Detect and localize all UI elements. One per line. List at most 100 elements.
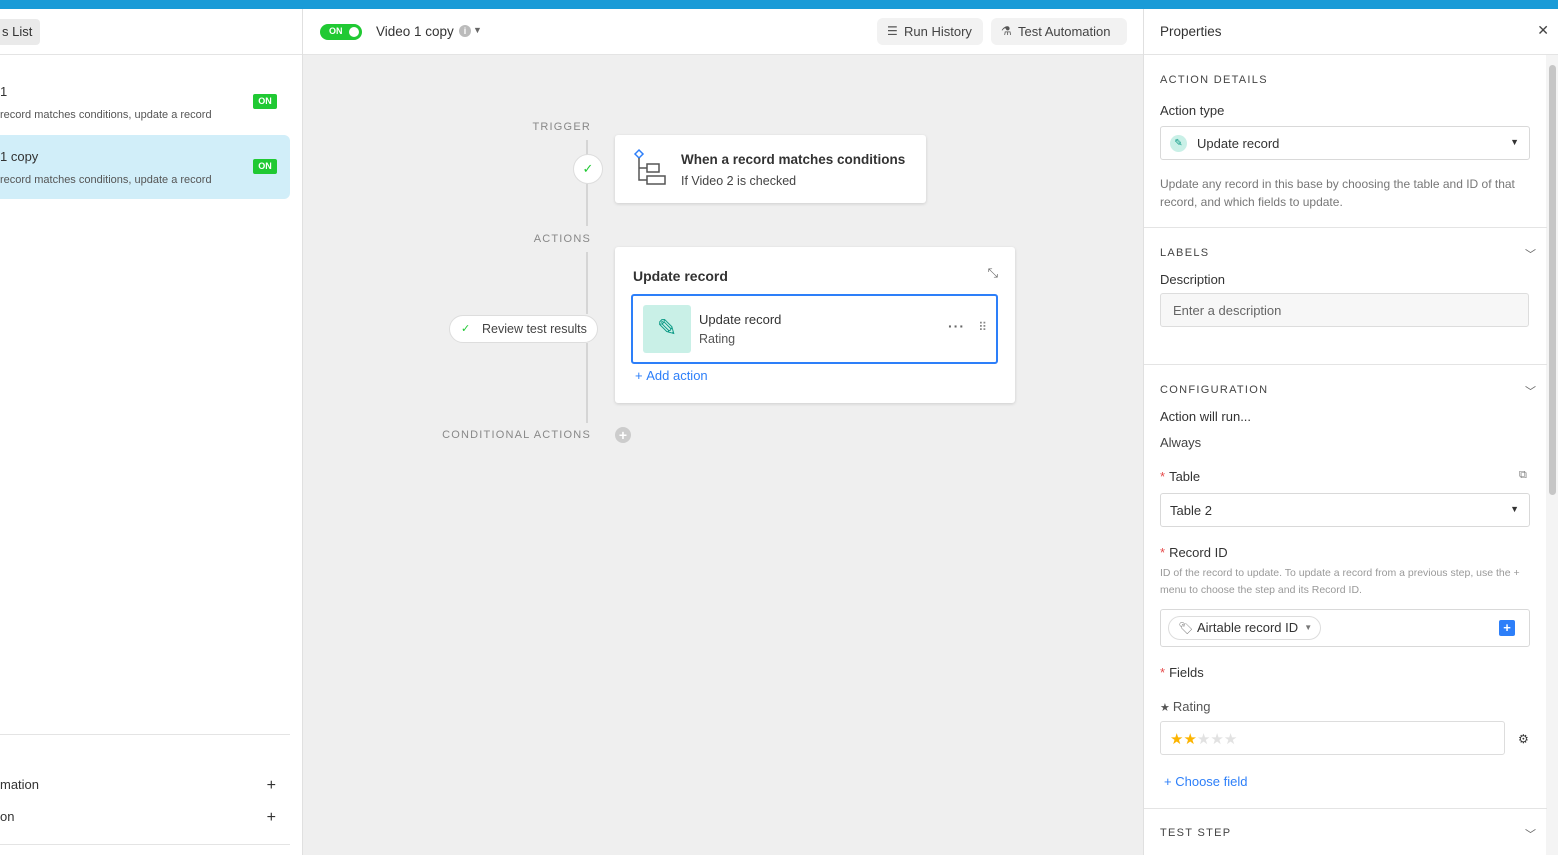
trigger-card[interactable]: When a record matches conditions If Vide… (615, 135, 926, 203)
description-placeholder: Enter a description (1173, 303, 1282, 318)
choose-field-button[interactable]: + Choose field (1164, 774, 1248, 789)
step-title: Update record (699, 312, 782, 327)
action-details-label: ACTION DETAILS (1160, 74, 1268, 86)
flow-line (586, 184, 588, 226)
star-filled-icon[interactable]: ★ (1170, 731, 1183, 748)
action-type-value: Update record (1197, 136, 1280, 151)
rating-label: ★ Rating (1160, 699, 1211, 714)
automation-description: record matches conditions, update a reco… (0, 109, 212, 121)
test-automation-button[interactable]: ⚗ Test Automation (991, 18, 1127, 45)
status-badge: ON (253, 94, 277, 109)
properties-title: Properties (1160, 24, 1222, 39)
automation-name: 1 (0, 84, 8, 99)
run-history-button[interactable]: ☰ Run History (877, 18, 983, 45)
star-filled-icon[interactable]: ★ (1183, 731, 1196, 748)
star-empty-icon[interactable]: ★ (1224, 731, 1237, 748)
add-token-button[interactable]: + (1499, 620, 1515, 636)
chevron-down-icon[interactable]: ▼ (473, 25, 482, 35)
copy-icon[interactable]: ⧉ (1519, 469, 1527, 482)
action-type-label: Action type (1160, 103, 1225, 118)
sidebar-footer-item[interactable]: mation + (0, 777, 290, 799)
add-conditional-icon[interactable]: + (615, 427, 631, 443)
configuration-section-label: CONFIGURATION (1160, 384, 1269, 396)
add-action-label: Add action (646, 368, 708, 383)
scrollbar[interactable] (1546, 55, 1558, 855)
table-select[interactable]: Table 2 ▼ (1160, 493, 1530, 527)
trigger-title: When a record matches conditions (681, 152, 906, 167)
trigger-subtitle: If Video 2 is checked (681, 174, 797, 188)
check-icon: ✓ (573, 154, 603, 184)
footer-item-label: on (0, 809, 15, 824)
flow-line (586, 343, 588, 423)
actions-section-label: ACTIONS (533, 233, 591, 245)
update-record-step[interactable]: ✎ Update record Rating ··· ⠿ (631, 294, 998, 364)
action-type-help: Update any record in this base by choosi… (1160, 177, 1515, 209)
step-subtitle: Rating (699, 332, 736, 346)
choose-field-label: Choose field (1175, 774, 1248, 789)
plus-icon: + (635, 368, 647, 383)
divider (1144, 808, 1547, 809)
fields-label: * Fields (1160, 665, 1204, 680)
action-card: Update record ⤡ ✎ Update record Rating ·… (615, 247, 1015, 403)
info-icon[interactable]: i (459, 25, 471, 37)
gear-icon[interactable]: ⚙ (1518, 732, 1529, 746)
review-test-results-label: Review test results (482, 322, 587, 336)
list-icon: ☰ (887, 24, 898, 38)
sidebar-footer-item[interactable]: on + (0, 809, 290, 831)
automations-list-button[interactable]: s List (0, 19, 41, 45)
sidebar-footer-divider (0, 734, 290, 735)
collapse-icon[interactable]: ⤡ (988, 265, 998, 281)
pencil-icon: ✎ (1170, 135, 1187, 152)
description-input[interactable]: Enter a description (1160, 293, 1529, 327)
record-id-token-label: Airtable record ID (1197, 620, 1299, 635)
drag-handle-icon[interactable]: ⠿ (978, 320, 987, 334)
fields-label-text: Fields (1169, 665, 1204, 680)
automation-item[interactable]: 1 record matches conditions, update a re… (0, 70, 290, 134)
rating-stars[interactable]: ★★★★★ (1170, 730, 1237, 748)
action-type-select[interactable]: ✎ Update record ▼ (1160, 126, 1530, 160)
close-icon[interactable]: ✕ (1537, 22, 1549, 39)
toggle-label: ON (329, 26, 343, 36)
star-icon: ★ (1160, 702, 1173, 714)
chevron-down-icon[interactable]: ﹀ (1525, 246, 1536, 262)
plus-icon[interactable]: + (267, 809, 276, 827)
check-icon: ✓ (461, 323, 471, 335)
status-badge: ON (253, 159, 277, 174)
record-id-token[interactable]: 🏷 Airtable record ID ▼ (1168, 616, 1322, 640)
automation-title[interactable]: Video 1 copy (376, 24, 454, 39)
record-id-help: ID of the record to update. To update a … (1160, 567, 1520, 596)
star-empty-icon[interactable]: ★ (1197, 731, 1210, 748)
divider (1144, 364, 1547, 365)
automation-description: record matches conditions, update a reco… (0, 174, 212, 186)
add-action-button[interactable]: + Add action (635, 368, 708, 383)
caret-down-icon: ▼ (1304, 623, 1313, 632)
flow-line (586, 252, 588, 314)
more-icon[interactable]: ··· (948, 318, 965, 334)
plus-icon: + (1164, 774, 1176, 789)
automation-canvas: ON Video 1 copy i ▼ ☰ Run History ⚗ Test… (303, 9, 1143, 855)
canvas-header: ON Video 1 copy i ▼ ☰ Run History ⚗ Test… (303, 9, 1143, 55)
rating-input[interactable]: ★★★★★ (1160, 721, 1505, 755)
chevron-down-icon[interactable]: ﹀ (1525, 826, 1536, 842)
action-run-label: Action will run... (1160, 409, 1252, 424)
automation-name: 1 copy (0, 149, 39, 164)
action-card-title: Update record (633, 268, 728, 284)
top-accent-bar (0, 0, 1558, 9)
record-id-label-text: Record ID (1169, 545, 1228, 560)
conditional-actions-label: CONDITIONAL ACTIONS (442, 429, 591, 441)
table-value: Table 2 (1170, 503, 1212, 518)
tag-icon: 🏷 (1178, 621, 1194, 635)
properties-header: Properties ✕ (1144, 9, 1558, 55)
chevron-down-icon[interactable]: ﹀ (1525, 383, 1536, 399)
star-empty-icon[interactable]: ★ (1210, 731, 1223, 748)
run-history-label: Run History (904, 24, 972, 39)
automation-item-selected[interactable]: 1 copy record matches conditions, update… (0, 135, 290, 199)
plus-icon[interactable]: + (267, 777, 276, 795)
record-id-field[interactable]: 🏷 Airtable record ID ▼ + (1160, 609, 1530, 647)
automation-toggle[interactable]: ON (320, 24, 362, 40)
action-run-value: Always (1160, 435, 1202, 450)
review-test-results-button[interactable]: ✓ Review test results (449, 315, 598, 343)
footer-item-label: mation (0, 777, 40, 792)
scrollbar-thumb[interactable] (1549, 65, 1556, 495)
caret-down-icon: ▼ (1510, 504, 1519, 514)
